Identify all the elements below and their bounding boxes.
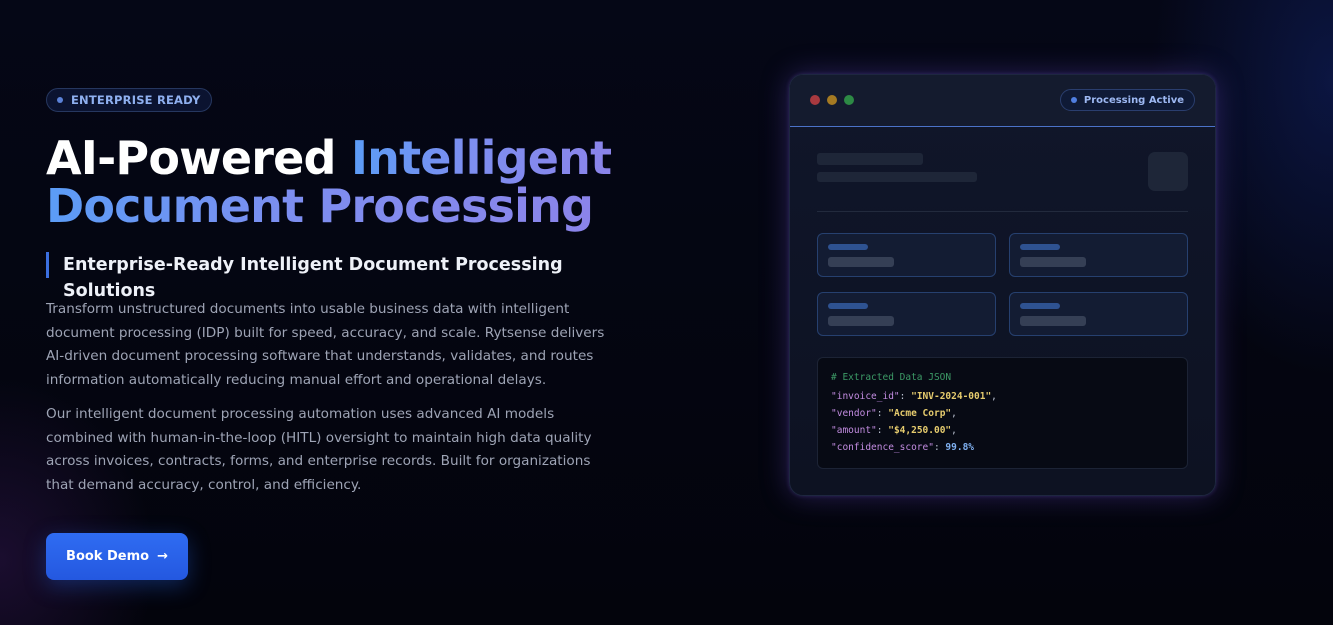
code-line: "confidence_score": 99.8%: [831, 442, 975, 453]
extracted-json-code-block: # Extracted Data JSON "invoice_id": "INV…: [817, 357, 1188, 469]
skeleton-field: [817, 233, 996, 277]
skeleton-field-label: [828, 244, 868, 250]
maximize-dot-icon: [844, 95, 854, 105]
skeleton-field: [1009, 233, 1188, 277]
skeleton-field-label: [1020, 244, 1060, 250]
skeleton-field-value: [1020, 316, 1086, 326]
divider: [817, 211, 1188, 212]
processing-status-badge: Processing Active: [1059, 89, 1195, 111]
book-demo-label: Book Demo: [66, 549, 150, 564]
automation-paragraph: Our intelligent document processing auto…: [46, 406, 592, 493]
json-key: "amount": [831, 425, 877, 436]
document-processing-mockup: Processing Active # Extracted Data JSON …: [789, 74, 1216, 496]
badge-label: ENTERPRISE READY: [71, 93, 201, 107]
json-value: "Acme Corp": [888, 408, 952, 419]
headline-accent-2: Document Processing: [46, 179, 594, 233]
close-dot-icon: [810, 95, 820, 105]
page: ENTERPRISE READY AI-Powered Intelligent …: [0, 0, 1333, 625]
json-value: "INV-2024-001": [911, 391, 992, 402]
json-value: 99.8%: [945, 442, 975, 453]
subheading: Enterprise-Ready Intelligent Document Pr…: [46, 252, 616, 301]
intro-paragraph: Transform unstructured documents into us…: [46, 301, 605, 388]
skeleton-title: [817, 153, 923, 165]
code-line: "invoice_id": "INV-2024-001",: [831, 391, 997, 402]
code-comment: # Extracted Data JSON: [831, 372, 952, 383]
code-line: "amount": "$4,250.00",: [831, 425, 957, 436]
skeleton-field-value: [828, 316, 894, 326]
page-title: AI-Powered Intelligent Document Processi…: [46, 134, 616, 230]
window-title-bar: Processing Active: [790, 75, 1215, 127]
status-dot-icon: [57, 97, 63, 103]
skeleton-field-value: [1020, 257, 1086, 267]
skeleton-field: [1009, 292, 1188, 336]
skeleton-field: [817, 292, 996, 336]
skeleton-avatar: [1148, 152, 1188, 191]
skeleton-field-value: [828, 257, 894, 267]
arrow-right-icon: →: [157, 549, 168, 564]
hero-section: ENTERPRISE READY AI-Powered Intelligent …: [46, 88, 616, 497]
book-demo-button[interactable]: Book Demo →: [46, 533, 188, 580]
status-label: Processing Active: [1083, 94, 1184, 106]
json-value: "$4,250.00": [888, 425, 952, 436]
skeleton-subtitle: [817, 172, 977, 182]
code-line: "vendor": "Acme Corp",: [831, 408, 957, 419]
json-key: "vendor": [831, 408, 877, 419]
json-key: "invoice_id": [831, 391, 900, 402]
headline-plain: AI-Powered: [46, 131, 351, 185]
status-dot-icon: [1070, 97, 1077, 103]
minimize-dot-icon: [827, 95, 837, 105]
json-key: "confidence_score": [831, 442, 934, 453]
enterprise-ready-badge: ENTERPRISE READY: [46, 88, 212, 112]
skeleton-field-label: [828, 303, 868, 309]
skeleton-field-label: [1020, 303, 1060, 309]
headline-accent-1: Intelligent: [350, 131, 612, 185]
